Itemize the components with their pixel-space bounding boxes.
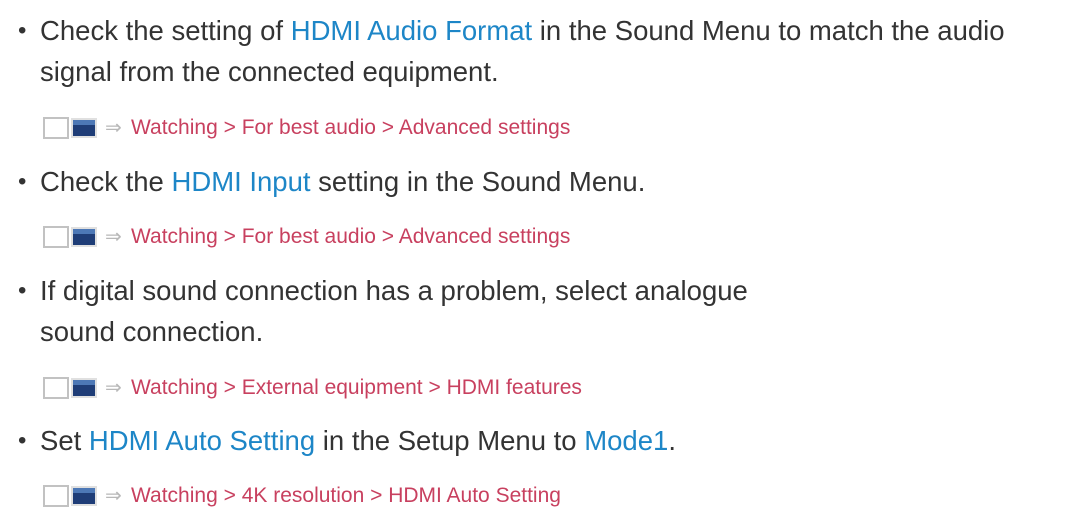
item-text: Set HDMI Auto Setting in the Setup Menu … <box>40 420 676 461</box>
ebook-icon <box>43 117 97 139</box>
list-item: • If digital sound connection has a prob… <box>18 270 800 352</box>
arrow-right-icon: ⇒ <box>105 226 122 248</box>
text-segment: . <box>668 425 676 456</box>
arrow-right-icon: ⇒ <box>105 377 122 399</box>
bullet-icon: • <box>18 427 27 454</box>
bullet-icon: • <box>18 168 27 195</box>
list-item: • Set HDMI Auto Setting in the Setup Men… <box>18 420 676 461</box>
hdmi-audio-format-term: HDMI Audio Format <box>290 15 533 46</box>
reference-path[interactable]: Watching > External equipment > HDMI fea… <box>131 376 582 400</box>
text-segment: Check the <box>40 166 172 197</box>
help-page: • Check the setting of HDMI Audio Format… <box>0 0 1080 519</box>
arrow-right-icon: ⇒ <box>105 117 122 139</box>
arrow-right-icon: ⇒ <box>105 485 122 507</box>
hdmi-auto-setting-term: HDMI Auto Setting <box>88 425 316 456</box>
text-segment: Check the setting of <box>40 15 291 46</box>
ebook-icon <box>43 377 97 399</box>
reference-link[interactable]: ⇒ Watching > External equipment > HDMI f… <box>41 374 582 402</box>
reference-link[interactable]: ⇒ Watching > For best audio > Advanced s… <box>41 223 570 251</box>
ebook-icon <box>43 485 97 507</box>
text-segment: in the Setup Menu to <box>315 425 585 456</box>
item-text: If digital sound connection has a proble… <box>40 275 748 347</box>
item-text: Check the HDMI Input setting in the Soun… <box>40 161 645 202</box>
hdmi-input-term: HDMI Input <box>171 166 311 197</box>
text-segment: setting in the Sound Menu. <box>310 166 646 197</box>
mode1-term: Mode1 <box>584 425 669 456</box>
bullet-icon: • <box>18 17 27 44</box>
reference-path[interactable]: Watching > For best audio > Advanced set… <box>131 116 570 140</box>
reference-path[interactable]: Watching > For best audio > Advanced set… <box>131 225 570 249</box>
bullet-icon: • <box>18 277 27 304</box>
reference-link[interactable]: ⇒ Watching > For best audio > Advanced s… <box>41 114 570 142</box>
ebook-icon <box>43 226 97 248</box>
text-segment: Set <box>40 425 89 456</box>
reference-path[interactable]: Watching > 4K resolution > HDMI Auto Set… <box>131 484 561 508</box>
list-item: • Check the setting of HDMI Audio Format… <box>18 10 1080 92</box>
item-text: Check the setting of HDMI Audio Format i… <box>40 10 1080 92</box>
list-item: • Check the HDMI Input setting in the So… <box>18 161 645 202</box>
reference-link[interactable]: ⇒ Watching > 4K resolution > HDMI Auto S… <box>41 482 561 510</box>
